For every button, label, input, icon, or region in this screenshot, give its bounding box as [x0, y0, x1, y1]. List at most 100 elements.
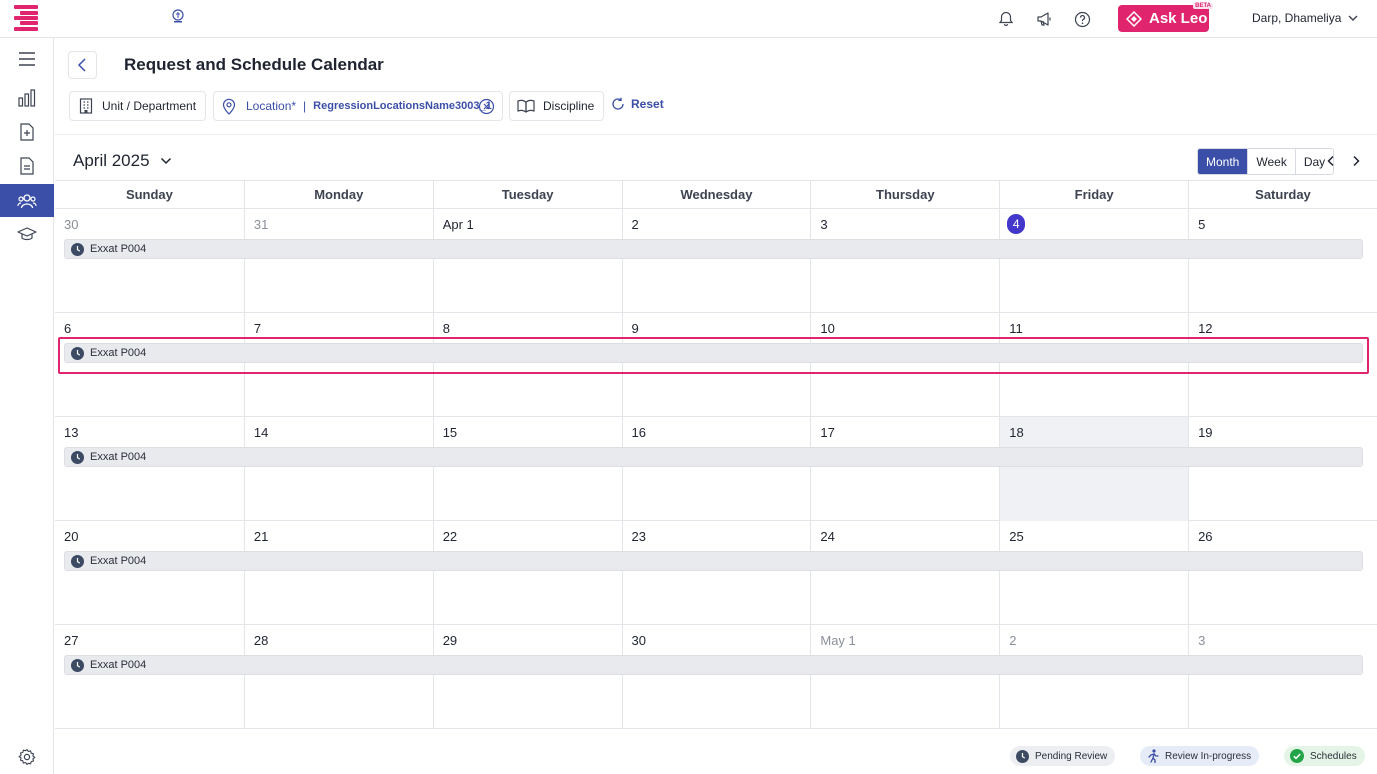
- view-month-button[interactable]: Month: [1198, 149, 1248, 174]
- day-cell[interactable]: 6: [55, 313, 244, 417]
- calendar-week: 30 31 Apr 1 2 3 4 5 Exxat P004: [55, 209, 1377, 313]
- weekday-header-row: Sunday Monday Tuesday Wednesday Thursday…: [55, 180, 1377, 209]
- file-text-icon: [20, 156, 34, 175]
- weekday-header: Sunday: [125, 187, 173, 202]
- day-cell-today[interactable]: 4: [999, 209, 1188, 313]
- day-cell[interactable]: 19: [1188, 417, 1377, 521]
- sidebar-item-analytics[interactable]: [0, 81, 54, 114]
- sidebar-item-people[interactable]: [0, 184, 54, 217]
- day-number: 30: [631, 633, 646, 648]
- school-logo-icon: [172, 9, 184, 23]
- check-circle-icon: [1290, 749, 1304, 763]
- schedule-event[interactable]: Exxat P004: [64, 239, 1363, 259]
- day-number: 26: [1198, 529, 1213, 544]
- exxat-logo[interactable]: [14, 4, 38, 32]
- day-cell[interactable]: 27: [55, 625, 244, 729]
- schedule-event[interactable]: Exxat P004: [64, 447, 1363, 467]
- next-month-button[interactable]: [1347, 152, 1365, 170]
- day-number: 16: [631, 425, 646, 440]
- day-cell[interactable]: 30: [621, 625, 811, 729]
- view-week-button[interactable]: Week: [1247, 149, 1295, 174]
- clear-location-icon[interactable]: [478, 98, 495, 115]
- day-number: 28: [253, 633, 269, 648]
- day-cell[interactable]: 16: [621, 417, 811, 521]
- day-cell[interactable]: 26: [1188, 521, 1377, 625]
- day-cell[interactable]: 8: [432, 313, 622, 417]
- day-cell[interactable]: 20: [55, 521, 244, 625]
- legend-review-in-progress: Review In-progress: [1140, 746, 1260, 766]
- day-cell[interactable]: 5: [1188, 209, 1377, 313]
- day-cell[interactable]: 3: [810, 209, 999, 313]
- day-cell[interactable]: 11: [999, 313, 1188, 417]
- day-number: 9: [631, 321, 639, 336]
- day-cell-hovered[interactable]: 18: [999, 417, 1189, 521]
- day-cell[interactable]: Apr 1: [432, 209, 622, 313]
- day-cell[interactable]: 3: [1188, 625, 1377, 729]
- day-number: 13: [64, 425, 79, 440]
- schedule-event[interactable]: Exxat P004: [64, 655, 1363, 675]
- megaphone-icon[interactable]: [1034, 9, 1054, 29]
- discipline-filter[interactable]: Discipline: [509, 91, 604, 121]
- weekday-header: Monday: [243, 181, 433, 208]
- schedule-event[interactable]: Exxat P004: [64, 551, 1363, 571]
- sidebar-item-settings[interactable]: [0, 740, 54, 773]
- day-cell[interactable]: 9: [621, 313, 811, 417]
- day-number: 23: [631, 529, 646, 544]
- day-cell[interactable]: 7: [243, 313, 433, 417]
- day-cell[interactable]: 12: [1188, 313, 1377, 417]
- reset-button[interactable]: Reset: [611, 97, 664, 111]
- day-cell[interactable]: 15: [432, 417, 622, 521]
- day-cell[interactable]: 2: [621, 209, 811, 313]
- day-cell[interactable]: 29: [432, 625, 622, 729]
- day-number: 31: [253, 217, 269, 232]
- ask-leo-button[interactable]: Ask Leo BETA: [1118, 3, 1213, 32]
- day-cell[interactable]: 25: [999, 521, 1188, 625]
- book-open-icon: [517, 99, 535, 113]
- day-cell[interactable]: 24: [810, 521, 999, 625]
- day-number: 27: [64, 633, 79, 648]
- hamburger-menu-icon[interactable]: [0, 42, 54, 75]
- day-number: 11: [1009, 321, 1023, 336]
- back-button[interactable]: [68, 51, 97, 79]
- day-cell[interactable]: 10: [810, 313, 999, 417]
- day-cell[interactable]: 30: [55, 209, 244, 313]
- day-number: 2: [1009, 633, 1017, 648]
- calendar-week: 6 7 8 9 10 11 12 Exxat P004: [55, 313, 1377, 417]
- chevron-down-icon: [1348, 15, 1358, 21]
- chevron-down-icon: [160, 157, 171, 165]
- location-label: Location*: [246, 99, 297, 113]
- prev-month-button[interactable]: [1322, 152, 1340, 170]
- sidebar-item-add-document[interactable]: [0, 115, 54, 148]
- running-person-icon: [1148, 749, 1159, 763]
- day-cell[interactable]: 17: [810, 417, 999, 521]
- day-cell[interactable]: 13: [55, 417, 244, 521]
- day-number: 7: [253, 321, 262, 336]
- day-cell[interactable]: 22: [432, 521, 622, 625]
- day-cell[interactable]: 21: [243, 521, 433, 625]
- sidebar-item-education[interactable]: [0, 218, 54, 251]
- bell-icon[interactable]: [996, 9, 1016, 29]
- day-number: 15: [442, 425, 458, 440]
- help-icon[interactable]: [1072, 9, 1092, 29]
- day-cell[interactable]: May 1: [810, 625, 999, 729]
- day-cell[interactable]: 23: [621, 521, 811, 625]
- month-selector[interactable]: April 2025: [73, 151, 172, 171]
- location-filter[interactable]: Location* | RegressionLocationsName3003_…: [213, 91, 503, 121]
- day-cell[interactable]: 14: [243, 417, 433, 521]
- sidebar-item-documents[interactable]: [0, 149, 54, 182]
- weekday-header: Tuesday: [432, 181, 622, 208]
- day-cell[interactable]: 31: [243, 209, 433, 313]
- clock-icon: [1016, 749, 1029, 763]
- sidebar: [0, 38, 54, 774]
- unit-department-filter[interactable]: Unit / Department: [69, 91, 206, 121]
- legend-schedules-label: Schedules: [1310, 750, 1357, 762]
- day-cell[interactable]: 28: [243, 625, 433, 729]
- schedule-event[interactable]: Exxat P004: [64, 343, 1363, 363]
- day-cell[interactable]: 2: [999, 625, 1188, 729]
- day-number: 18: [1009, 425, 1024, 440]
- legend-pending-review: Pending Review: [1010, 746, 1116, 766]
- user-menu[interactable]: Darp, Dhameliya: [1252, 11, 1359, 25]
- file-plus-icon: [20, 122, 34, 141]
- unit-department-label: Unit / Department: [102, 99, 197, 113]
- refresh-icon: [612, 97, 624, 110]
